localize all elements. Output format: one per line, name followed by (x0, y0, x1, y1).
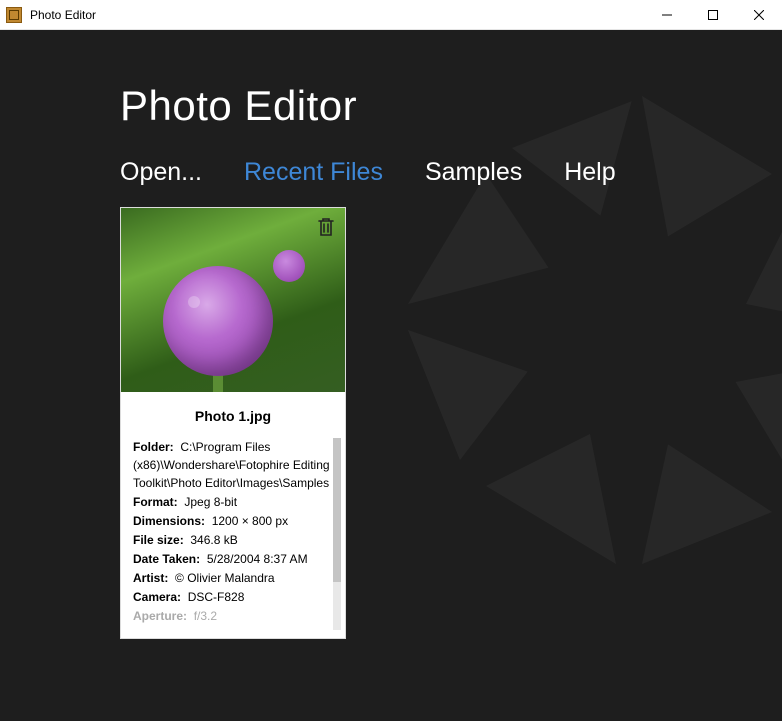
meta-dimensions-value: 1200 × 800 px (212, 514, 288, 528)
meta-artist-label: Artist: (133, 571, 168, 585)
titlebar-title: Photo Editor (30, 8, 96, 22)
delete-button[interactable] (315, 216, 337, 238)
meta-aperture-value: f/3.2 (194, 609, 217, 623)
meta-camera-label: Camera: (133, 590, 181, 604)
thumbnail-flower (163, 266, 273, 376)
maximize-button[interactable] (690, 0, 736, 29)
tab-recent-files[interactable]: Recent Files (244, 158, 383, 187)
meta-artist-value: © Olivier Malandra (175, 571, 275, 585)
inner-content: Photo Editor Open... Recent Files Sample… (0, 30, 782, 639)
maximize-icon (708, 10, 718, 20)
app-icon (6, 7, 22, 23)
titlebar-left: Photo Editor (6, 7, 96, 23)
trash-icon (317, 217, 335, 237)
page-title: Photo Editor (120, 82, 782, 130)
titlebar-controls (644, 0, 782, 29)
recent-file-metadata: Folder: C:\Program Files (x86)\Wondersha… (121, 438, 345, 638)
meta-artist: Artist: © Olivier Malandra (133, 569, 333, 587)
meta-date-taken: Date Taken: 5/28/2004 8:37 AM (133, 550, 333, 568)
minimize-button[interactable] (644, 0, 690, 29)
close-button[interactable] (736, 0, 782, 29)
tab-help[interactable]: Help (564, 158, 615, 187)
tab-open[interactable]: Open... (120, 158, 202, 187)
meta-date-taken-value: 5/28/2004 8:37 AM (207, 552, 308, 566)
titlebar: Photo Editor (0, 0, 782, 30)
meta-filesize-value: 346.8 kB (190, 533, 237, 547)
meta-format: Format: Jpeg 8-bit (133, 493, 333, 511)
meta-dimensions-label: Dimensions: (133, 514, 205, 528)
tab-samples[interactable]: Samples (425, 158, 522, 187)
metadata-scrollbar[interactable] (333, 438, 341, 630)
meta-date-taken-label: Date Taken: (133, 552, 200, 566)
meta-folder-label: Folder: (133, 440, 174, 454)
recent-files-area: Photo 1.jpg Folder: C:\Program Files (x8… (120, 207, 782, 639)
meta-folder: Folder: C:\Program Files (x86)\Wondersha… (133, 438, 333, 492)
minimize-icon (662, 10, 672, 20)
meta-aperture-label: Aperture: (133, 609, 187, 623)
meta-format-value: Jpeg 8-bit (184, 495, 237, 509)
metadata-scrollbar-thumb[interactable] (333, 438, 341, 582)
content-area: Photo Editor Open... Recent Files Sample… (0, 30, 782, 721)
app-window: Photo Editor (0, 0, 782, 721)
meta-format-label: Format: (133, 495, 178, 509)
meta-camera: Camera: DSC-F828 (133, 588, 333, 606)
thumbnail-bud (273, 250, 305, 282)
close-icon (754, 10, 764, 20)
meta-filesize: File size: 346.8 kB (133, 531, 333, 549)
meta-dimensions: Dimensions: 1200 × 800 px (133, 512, 333, 530)
recent-file-thumbnail[interactable] (121, 208, 345, 392)
meta-camera-value: DSC-F828 (188, 590, 245, 604)
recent-file-card[interactable]: Photo 1.jpg Folder: C:\Program Files (x8… (120, 207, 346, 639)
recent-file-name: Photo 1.jpg (121, 392, 345, 438)
meta-filesize-label: File size: (133, 533, 184, 547)
tabs: Open... Recent Files Samples Help (120, 158, 782, 187)
meta-aperture: Aperture: f/3.2 (133, 607, 333, 625)
